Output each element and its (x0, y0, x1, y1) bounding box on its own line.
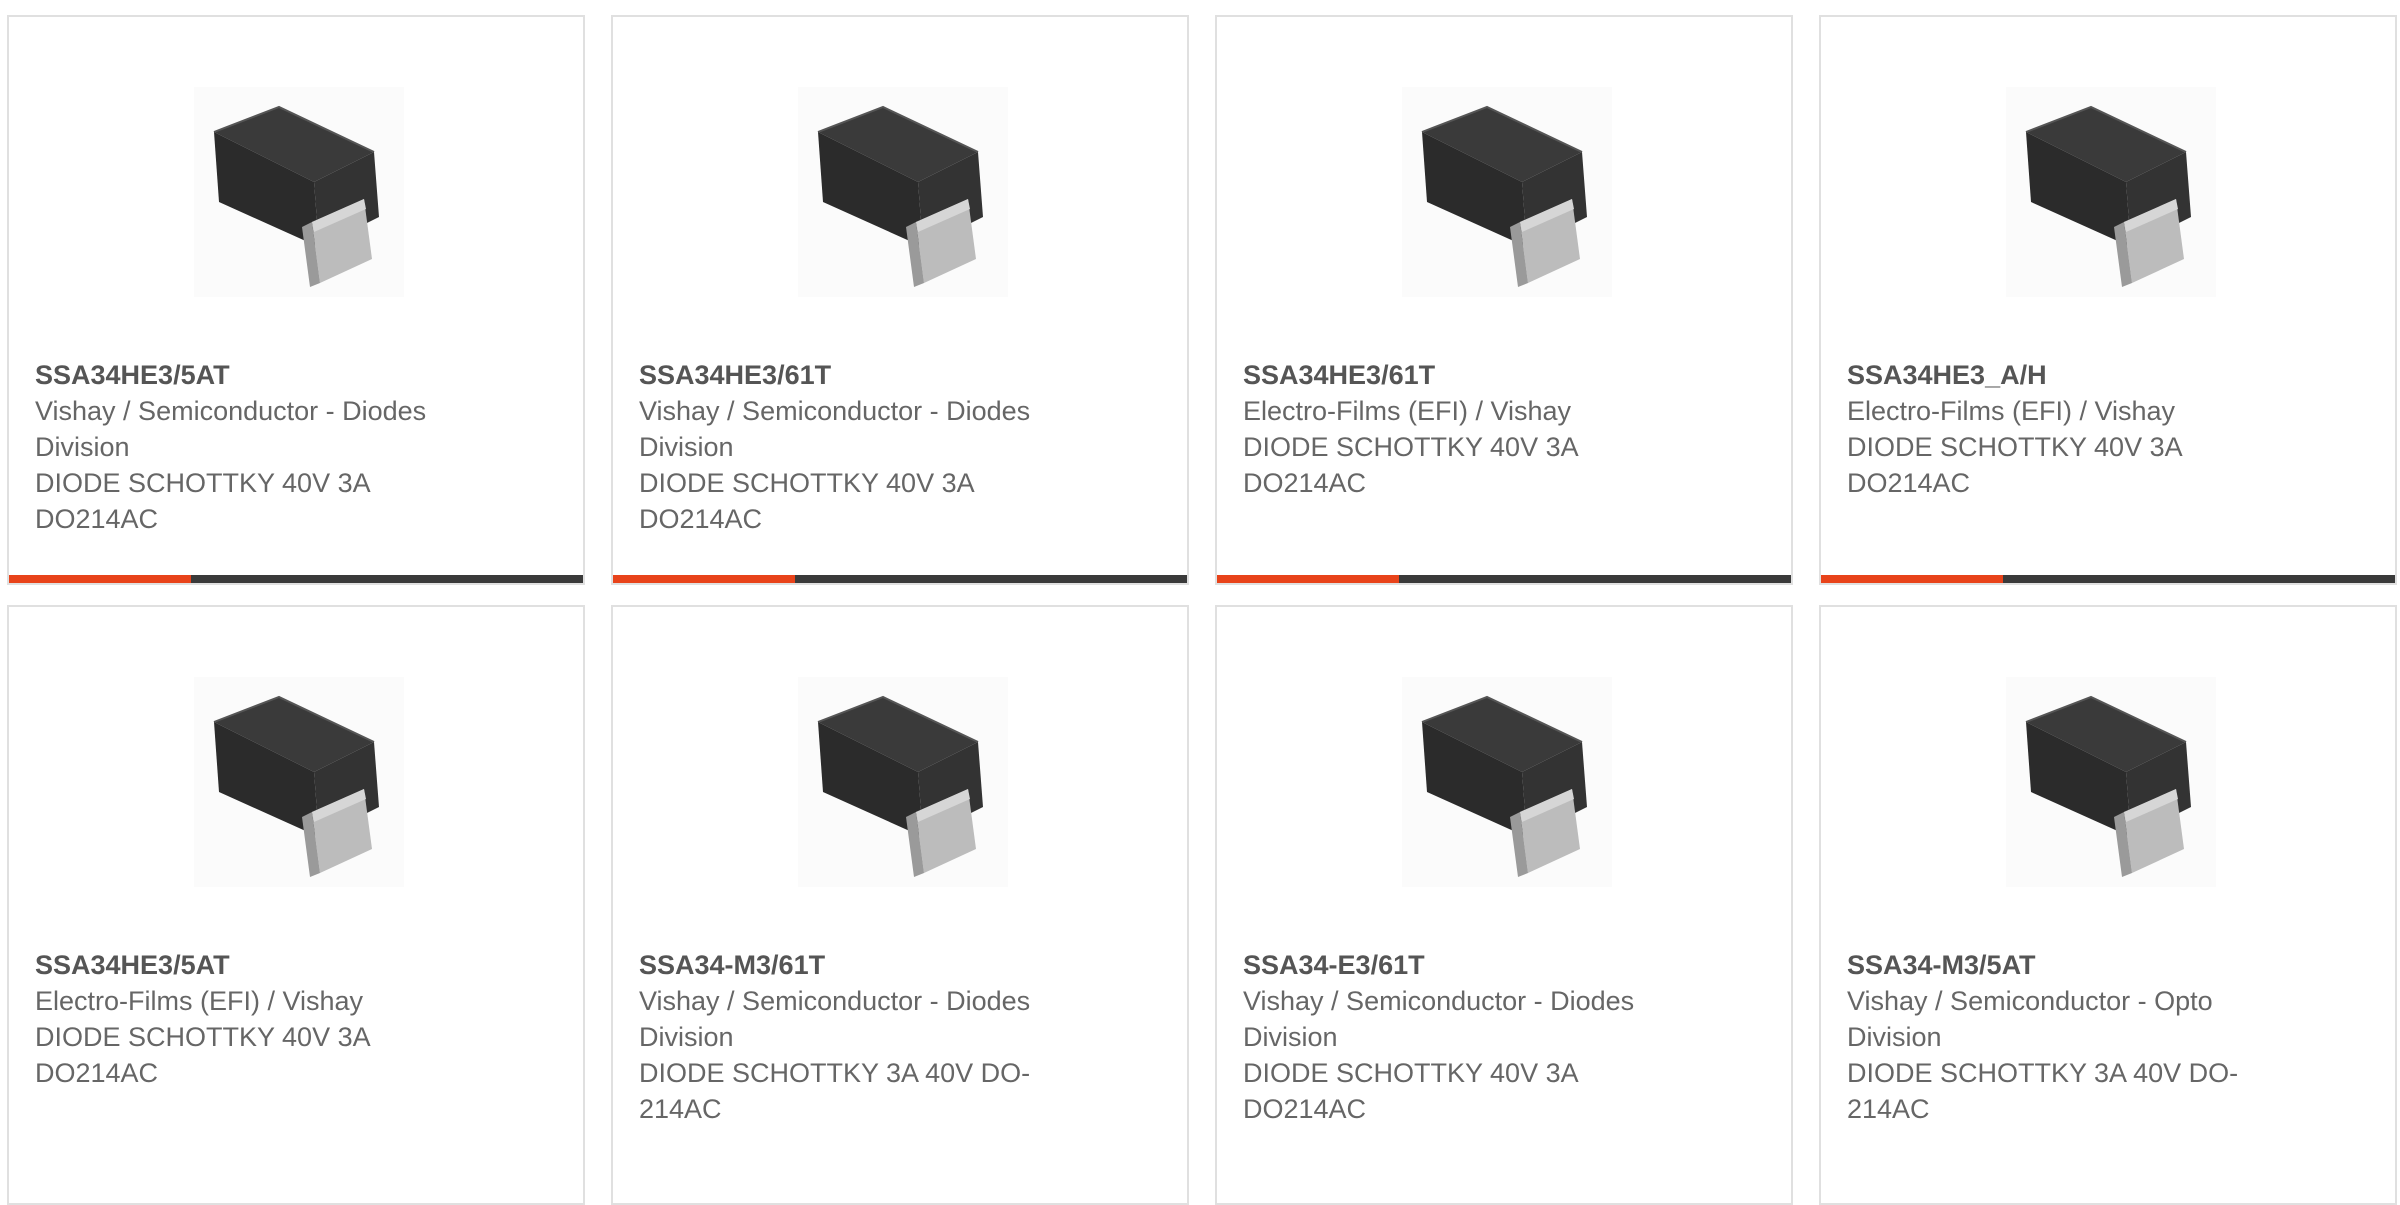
description-text: DIODE SCHOTTKY 40V 3A (1847, 432, 2183, 462)
diode-package-icon[interactable] (798, 87, 1008, 297)
description-text: DO214AC (1243, 1094, 1367, 1124)
description-text: DIODE SCHOTTKY 3A 40V DO- (1847, 1058, 2239, 1088)
part-number-link[interactable]: SSA34HE3/5AT (35, 357, 475, 393)
accent-segment (613, 575, 795, 583)
description-text: DO214AC (35, 504, 159, 534)
product-info: SSA34-M3/61T Vishay / Semiconductor - Di… (639, 947, 1079, 1127)
product-info: SSA34HE3_A/H Electro-Films (EFI) / Visha… (1847, 357, 2287, 501)
diode-package-icon[interactable] (194, 87, 404, 297)
product-card[interactable]: SSA34HE3_A/H Electro-Films (EFI) / Visha… (1819, 15, 2397, 585)
manufacturer-text: Electro-Films (EFI) / Vishay (1243, 396, 1572, 426)
manufacturer-text: Vishay / Semiconductor - Diodes (639, 396, 1031, 426)
part-number-link[interactable]: SSA34HE3/5AT (35, 947, 475, 983)
manufacturer-text: Vishay / Semiconductor - Diodes (639, 986, 1031, 1016)
description-text: DIODE SCHOTTKY 40V 3A (1243, 1058, 1579, 1088)
manufacturer-text: Electro-Films (EFI) / Vishay (35, 986, 364, 1016)
description-text: DIODE SCHOTTKY 40V 3A (1243, 432, 1579, 462)
product-card[interactable]: SSA34HE3/61T Vishay / Semiconductor - Di… (611, 15, 1189, 585)
product-card[interactable]: SSA34-E3/61T Vishay / Semiconductor - Di… (1215, 605, 1793, 1205)
manufacturer-text: Vishay / Semiconductor - Diodes (35, 396, 427, 426)
description-text: Division (639, 432, 734, 462)
manufacturer-text: Vishay / Semiconductor - Opto (1847, 986, 2213, 1016)
card-footer-bar (9, 575, 583, 583)
description-text: Division (1847, 1022, 1942, 1052)
part-number-link[interactable]: SSA34-E3/61T (1243, 947, 1683, 983)
manufacturer-text: Electro-Films (EFI) / Vishay (1847, 396, 2176, 426)
diode-package-icon[interactable] (194, 677, 404, 887)
description-text: Division (35, 432, 130, 462)
description-text: 214AC (639, 1094, 722, 1124)
card-footer-bar (1821, 575, 2395, 583)
product-grid: SSA34HE3/5AT Vishay / Semiconductor - Di… (0, 0, 2400, 1205)
description-text: DO214AC (639, 504, 763, 534)
description-text: DO214AC (1243, 468, 1367, 498)
diode-package-icon[interactable] (2006, 87, 2216, 297)
diode-package-icon[interactable] (798, 677, 1008, 887)
product-info: SSA34HE3/61T Vishay / Semiconductor - Di… (639, 357, 1079, 537)
product-info: SSA34-E3/61T Vishay / Semiconductor - Di… (1243, 947, 1683, 1127)
product-info: SSA34HE3/5AT Vishay / Semiconductor - Di… (35, 357, 475, 537)
product-card[interactable]: SSA34HE3/5AT Vishay / Semiconductor - Di… (7, 15, 585, 585)
accent-segment (1821, 575, 2003, 583)
part-number-link[interactable]: SSA34-M3/61T (639, 947, 1079, 983)
diode-package-icon[interactable] (1402, 87, 1612, 297)
part-number-link[interactable]: SSA34HE3_A/H (1847, 357, 2287, 393)
product-card[interactable]: SSA34-M3/5AT Vishay / Semiconductor - Op… (1819, 605, 2397, 1205)
product-info: SSA34HE3/5AT Electro-Films (EFI) / Visha… (35, 947, 475, 1091)
description-text: 214AC (1847, 1094, 1930, 1124)
part-number-link[interactable]: SSA34HE3/61T (1243, 357, 1683, 393)
product-info: SSA34-M3/5AT Vishay / Semiconductor - Op… (1847, 947, 2287, 1127)
product-info: SSA34HE3/61T Electro-Films (EFI) / Visha… (1243, 357, 1683, 501)
description-text: DIODE SCHOTTKY 3A 40V DO- (639, 1058, 1031, 1088)
description-text: DO214AC (1847, 468, 1971, 498)
description-text: Division (1243, 1022, 1338, 1052)
product-card[interactable]: SSA34HE3/61T Electro-Films (EFI) / Visha… (1215, 15, 1793, 585)
description-text: DO214AC (35, 1058, 159, 1088)
part-number-link[interactable]: SSA34HE3/61T (639, 357, 1079, 393)
product-card[interactable]: SSA34-M3/61T Vishay / Semiconductor - Di… (611, 605, 1189, 1205)
card-footer-bar (613, 575, 1187, 583)
description-text: DIODE SCHOTTKY 40V 3A (35, 468, 371, 498)
manufacturer-text: Vishay / Semiconductor - Diodes (1243, 986, 1635, 1016)
diode-package-icon[interactable] (1402, 677, 1612, 887)
accent-segment (1217, 575, 1399, 583)
product-card[interactable]: SSA34HE3/5AT Electro-Films (EFI) / Visha… (7, 605, 585, 1205)
part-number-link[interactable]: SSA34-M3/5AT (1847, 947, 2287, 983)
description-text: DIODE SCHOTTKY 40V 3A (35, 1022, 371, 1052)
description-text: DIODE SCHOTTKY 40V 3A (639, 468, 975, 498)
description-text: Division (639, 1022, 734, 1052)
accent-segment (9, 575, 191, 583)
diode-package-icon[interactable] (2006, 677, 2216, 887)
card-footer-bar (1217, 575, 1791, 583)
